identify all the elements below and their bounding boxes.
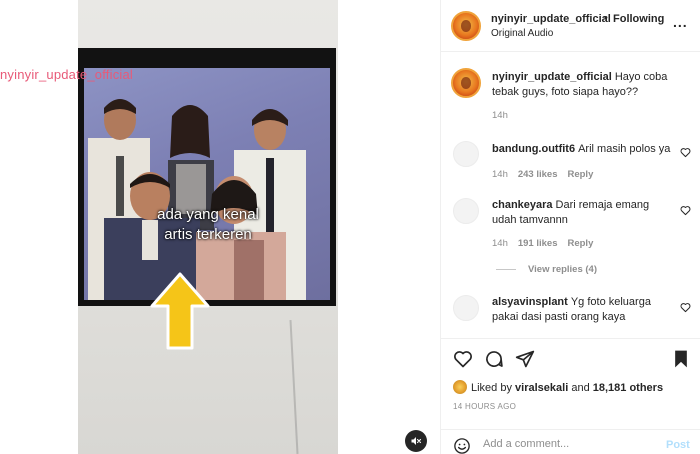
commenter-avatar[interactable] <box>453 295 479 321</box>
post-header: nyinyir_update_official • Following Orig… <box>441 0 700 52</box>
post-button[interactable]: Post <box>666 439 690 451</box>
comment-username[interactable]: bandung.outfit6 <box>492 143 575 155</box>
family-photo <box>84 68 330 300</box>
view-replies-button[interactable]: View replies (4) <box>496 264 597 275</box>
liker-username[interactable]: viralsekali <box>515 382 568 394</box>
media-pane: ada yang kenal artis terkeren nyinyir_up… <box>0 0 440 454</box>
pointing-arrow-icon <box>150 272 210 350</box>
more-options-icon[interactable]: ... <box>673 14 688 30</box>
post-actions: Liked by viralsekali and 18,181 others 1… <box>441 338 700 454</box>
caption-line-2: artis terkeren <box>164 226 252 243</box>
caption-comment-meta: 14h <box>492 110 508 121</box>
caption-line-1: ada yang kenal <box>157 206 259 223</box>
comment-text: alsyavinsplant Yg foto keluarga pakai das… <box>492 295 672 325</box>
following-button[interactable]: Following <box>613 13 664 25</box>
author-avatar[interactable] <box>451 11 481 41</box>
comment-time[interactable]: 14h <box>492 238 508 249</box>
comment-heart-icon[interactable] <box>680 147 691 158</box>
speaker-muted-icon <box>411 437 422 445</box>
caption-comment-username[interactable]: nyinyir_update_official <box>492 71 612 83</box>
comment-likes[interactable]: 191 likes <box>518 238 558 249</box>
add-comment-row: Post <box>441 429 700 454</box>
comment-meta: 14h 243 likes Reply <box>492 169 593 180</box>
comments-list[interactable]: nyinyir_update_official Hayo coba tebak g… <box>441 53 700 338</box>
photo-frame <box>78 48 336 306</box>
emoji-icon[interactable] <box>453 437 471 454</box>
reply-button[interactable]: Reply <box>567 169 593 180</box>
likes-count[interactable]: 18,181 others <box>593 382 663 394</box>
comment-heart-icon[interactable] <box>680 205 691 216</box>
comment-text: chankeyara Dari remaja emang udah tamvann… <box>492 198 672 228</box>
caption-comment-time[interactable]: 14h <box>492 110 508 121</box>
share-send-icon[interactable] <box>515 349 535 369</box>
liked-by-and: and <box>571 382 590 394</box>
video-watermark: nyinyir_update_official <box>0 67 134 82</box>
comment-text: bandung.outfit6 Aril masih polos ya <box>492 142 672 157</box>
comment-username[interactable]: alsyavinsplant <box>492 296 568 308</box>
author-avatar-small[interactable] <box>451 68 481 98</box>
mute-button[interactable] <box>405 430 427 452</box>
author-username[interactable]: nyinyir_update_official <box>491 13 611 25</box>
header-separator: • <box>604 12 608 24</box>
original-audio-link[interactable]: Original Audio <box>491 28 553 39</box>
like-heart-icon[interactable] <box>453 349 473 369</box>
video-caption: ada yang kenal artis terkeren <box>138 205 278 245</box>
commenter-avatar[interactable] <box>453 198 479 224</box>
comment-username[interactable]: chankeyara <box>492 199 553 211</box>
wall-crack <box>289 320 299 454</box>
liked-by-prefix: Liked by <box>471 382 512 394</box>
comment-bubble-icon[interactable] <box>484 349 504 369</box>
comment-heart-icon[interactable] <box>680 302 691 313</box>
add-comment-input[interactable] <box>483 438 653 450</box>
post-timestamp[interactable]: 14 HOURS AGO <box>453 402 516 411</box>
post-side-panel: nyinyir_update_official • Following Orig… <box>440 0 700 454</box>
comment-meta: 14h 191 likes Reply <box>492 238 593 249</box>
comment-body: Aril masih polos ya <box>578 143 671 155</box>
liker-avatar[interactable] <box>453 380 467 394</box>
reply-button[interactable]: Reply <box>567 238 593 249</box>
family-photo-illustration <box>88 99 306 300</box>
caption-comment-text: nyinyir_update_official Hayo coba tebak g… <box>492 70 672 100</box>
likes-summary: Liked by viralsekali and 18,181 others <box>453 380 663 394</box>
commenter-avatar[interactable] <box>453 141 479 167</box>
comment-likes[interactable]: 243 likes <box>518 169 558 180</box>
comment-time[interactable]: 14h <box>492 169 508 180</box>
save-bookmark-icon[interactable] <box>671 349 691 369</box>
